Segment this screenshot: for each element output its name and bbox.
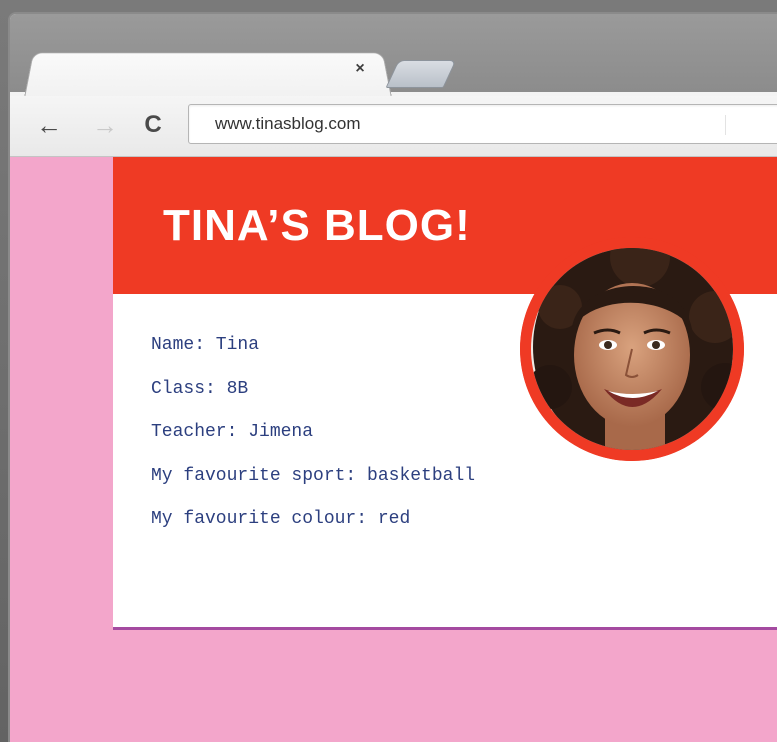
close-tab-icon[interactable]: × (351, 60, 369, 78)
profile-favourite-colour: My favourite colour: red (151, 509, 411, 529)
blog-card: TINA’S BLOG! Name: Tina Class: 8B Teache… (113, 157, 777, 630)
screen: × ← → C www.tinasblog.com TINA’S BLOG! N… (0, 0, 777, 742)
url-text[interactable]: www.tinasblog.com (215, 105, 361, 143)
profile-class: Class: 8B (151, 378, 249, 399)
profile-details: Name: Tina Class: 8B Teacher: Jimena My … (151, 333, 475, 551)
reload-icon[interactable]: C (138, 110, 168, 140)
profile-teacher: Teacher: Jimena (151, 422, 314, 442)
page-viewport: TINA’S BLOG! Name: Tina Class: 8B Teache… (10, 157, 777, 742)
address-bar[interactable]: www.tinasblog.com (188, 104, 777, 144)
address-bar-divider (725, 115, 726, 135)
profile-name: Name: Tina (151, 335, 260, 355)
forward-arrow-icon[interactable]: → (90, 110, 120, 140)
back-arrow-icon[interactable]: ← (34, 110, 64, 140)
profile-photo (520, 237, 744, 461)
blog-title: TINA’S BLOG! (163, 201, 471, 250)
active-tab[interactable] (24, 52, 392, 98)
profile-favourite-sport: My favourite sport: basketball (151, 465, 476, 486)
browser-window: × ← → C www.tinasblog.com TINA’S BLOG! N… (8, 12, 777, 742)
